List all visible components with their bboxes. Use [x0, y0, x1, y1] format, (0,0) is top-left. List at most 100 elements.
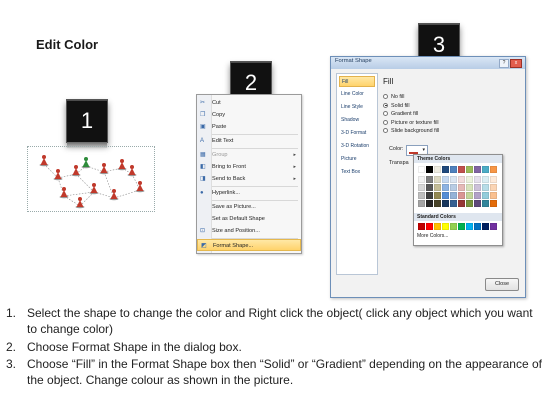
cone-shape[interactable]: [59, 187, 69, 199]
color-swatch[interactable]: [466, 166, 473, 173]
more-colors-link[interactable]: More Colors...: [417, 233, 448, 239]
color-swatch[interactable]: [474, 192, 481, 199]
radio-button[interactable]: [383, 119, 388, 125]
color-swatch[interactable]: [426, 176, 433, 183]
color-swatch[interactable]: [434, 176, 441, 183]
dialog-nav-list[interactable]: Fill Line Color Line Style Shadow 3-D Format…: [336, 73, 378, 275]
color-swatch[interactable]: [458, 192, 465, 199]
fill-option[interactable]: No fill: [383, 93, 404, 101]
nav-item-picture[interactable]: Picture: [339, 154, 375, 165]
color-swatch[interactable]: [466, 176, 473, 183]
nav-item-3-d-format[interactable]: 3-D Format: [339, 128, 375, 139]
color-swatch[interactable]: [458, 200, 465, 207]
close-icon[interactable]: x: [510, 59, 522, 68]
format-shape-dialog[interactable]: Format Shape ? x Fill Line Color Line Styl…: [330, 56, 526, 298]
nav-item-shadow[interactable]: Shadow: [339, 115, 375, 126]
color-swatch[interactable]: [442, 166, 449, 173]
standard-color-swatch[interactable]: [450, 223, 457, 230]
color-swatch[interactable]: [426, 184, 433, 191]
menu-item[interactable]: ▦ Group ▸: [197, 149, 301, 161]
color-swatch[interactable]: [482, 176, 489, 183]
color-swatch[interactable]: [418, 166, 425, 173]
radio-button[interactable]: [383, 111, 388, 117]
color-swatch[interactable]: [482, 166, 489, 173]
color-swatch[interactable]: [458, 184, 465, 191]
color-swatch[interactable]: [466, 192, 473, 199]
color-swatch[interactable]: [434, 200, 441, 207]
color-swatch[interactable]: [482, 200, 489, 207]
close-button[interactable]: Close: [485, 278, 519, 291]
help-button[interactable]: ?: [499, 59, 509, 68]
nav-item-line-style[interactable]: Line Style: [339, 102, 375, 113]
menu-item[interactable]: Save as Picture...: [197, 201, 301, 213]
cone-shape[interactable]: [99, 163, 109, 175]
menu-item[interactable]: Set as Default Shape: [197, 213, 301, 225]
color-swatch[interactable]: [450, 192, 457, 199]
menu-item[interactable]: ❐ Copy: [197, 109, 301, 121]
color-swatch[interactable]: [434, 184, 441, 191]
color-swatch[interactable]: [426, 166, 433, 173]
standard-color-swatch[interactable]: [482, 223, 489, 230]
standard-color-swatch[interactable]: [474, 223, 481, 230]
color-swatch[interactable]: [442, 176, 449, 183]
color-swatch[interactable]: [474, 166, 481, 173]
color-swatch[interactable]: [490, 166, 497, 173]
color-swatch[interactable]: [474, 200, 481, 207]
fill-option[interactable]: Solid fill: [383, 102, 410, 110]
color-swatch[interactable]: [426, 200, 433, 207]
radio-button[interactable]: [383, 102, 388, 108]
color-swatch[interactable]: [434, 192, 441, 199]
menu-item[interactable]: ◨ Send to Back ▸: [197, 173, 301, 185]
color-swatch[interactable]: [458, 166, 465, 173]
menu-item[interactable]: ◩ Format Shape...: [197, 239, 301, 251]
menu-item[interactable]: ⊡ Size and Position...: [197, 225, 301, 237]
color-swatch[interactable]: [442, 184, 449, 191]
color-swatch[interactable]: [418, 192, 425, 199]
cone-shape[interactable]: [75, 197, 85, 209]
color-swatch[interactable]: [426, 192, 433, 199]
color-palette-popup[interactable]: Theme Colors Standard Colors More Colors…: [413, 154, 503, 246]
standard-color-swatch[interactable]: [418, 223, 425, 230]
radio-button[interactable]: [383, 94, 388, 100]
color-swatch[interactable]: [466, 200, 473, 207]
cone-shape[interactable]: [39, 155, 49, 167]
nav-item-text-box[interactable]: Text Box: [339, 167, 375, 178]
standard-color-swatch[interactable]: [442, 223, 449, 230]
network-shape-picture[interactable]: [27, 146, 155, 212]
color-swatch[interactable]: [490, 192, 497, 199]
dialog-title-bar[interactable]: Format Shape ? x: [331, 57, 525, 69]
nav-item-3-d-rotation[interactable]: 3-D Rotation: [339, 141, 375, 152]
color-swatch[interactable]: [458, 176, 465, 183]
cone-shape[interactable]: [127, 165, 137, 177]
color-swatch[interactable]: [434, 166, 441, 173]
color-swatch[interactable]: [450, 184, 457, 191]
menu-item[interactable]: ▣ Paste: [197, 121, 301, 133]
color-swatch[interactable]: [490, 184, 497, 191]
cone-shape[interactable]: [135, 181, 145, 193]
context-menu[interactable]: ✂ Cut ❐ Copy ▣ Paste A Edit Text ▦ Group ▸ ◧ Bring t…: [196, 94, 302, 254]
nav-item-line-color[interactable]: Line Color: [339, 89, 375, 100]
color-swatch[interactable]: [474, 176, 481, 183]
color-swatch[interactable]: [474, 184, 481, 191]
menu-item[interactable]: ✂ Cut: [197, 97, 301, 109]
color-swatch[interactable]: [418, 184, 425, 191]
cone-shape[interactable]: [109, 189, 119, 201]
menu-item[interactable]: A Edit Text: [197, 135, 301, 147]
fill-option[interactable]: Picture or texture fill: [383, 119, 439, 127]
fill-option[interactable]: Gradient fill: [383, 110, 418, 118]
standard-color-swatch[interactable]: [426, 223, 433, 230]
color-swatch[interactable]: [450, 166, 457, 173]
standard-color-swatch[interactable]: [490, 223, 497, 230]
standard-color-swatch[interactable]: [458, 223, 465, 230]
color-swatch[interactable]: [418, 176, 425, 183]
color-swatch[interactable]: [490, 200, 497, 207]
color-swatch[interactable]: [482, 192, 489, 199]
radio-button[interactable]: [383, 128, 388, 134]
color-swatch[interactable]: [442, 200, 449, 207]
cone-shape[interactable]: [89, 183, 99, 195]
color-swatch[interactable]: [490, 176, 497, 183]
cone-shape[interactable]: [81, 157, 91, 169]
color-swatch[interactable]: [466, 184, 473, 191]
color-swatch[interactable]: [450, 176, 457, 183]
color-swatch[interactable]: [442, 192, 449, 199]
